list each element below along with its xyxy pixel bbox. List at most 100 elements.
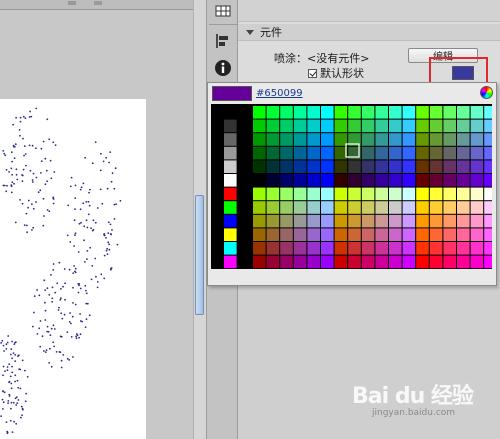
swatch-cell[interactable] <box>348 255 361 269</box>
swatch-cell[interactable] <box>429 119 443 133</box>
swatch-cell[interactable] <box>470 160 484 173</box>
swatch-cell[interactable] <box>361 214 375 228</box>
swatch-cell[interactable] <box>416 201 429 214</box>
default-shape-row[interactable]: 默认形状 <box>308 65 364 81</box>
swatch-cell[interactable] <box>253 119 266 133</box>
swatch-cell[interactable] <box>402 242 416 255</box>
swatch-cell[interactable] <box>293 201 307 214</box>
swatch-cell[interactable] <box>266 119 280 133</box>
swatch-cell[interactable] <box>321 119 334 133</box>
swatch-cell[interactable] <box>484 242 492 255</box>
swatch-cell[interactable] <box>253 214 266 228</box>
swatch-cell[interactable] <box>443 160 456 173</box>
swatch-cell[interactable] <box>280 106 293 119</box>
swatch-cell[interactable] <box>443 255 456 269</box>
swatch-cell[interactable] <box>334 106 348 119</box>
swatch-cell[interactable] <box>348 228 361 241</box>
swatch-cell[interactable] <box>470 214 484 228</box>
swatch-cell[interactable] <box>266 242 280 255</box>
swatch-cell[interactable] <box>375 119 388 133</box>
swatch-cell[interactable] <box>457 201 470 214</box>
scrollbar-thumb[interactable] <box>195 195 204 315</box>
swatch-cell[interactable] <box>307 214 320 228</box>
swatch-cell[interactable] <box>253 228 266 241</box>
swatch-cell[interactable] <box>280 133 293 146</box>
swatch-cell[interactable] <box>321 187 334 201</box>
swatch-cell[interactable] <box>334 242 348 255</box>
swatch-cell[interactable] <box>321 242 334 255</box>
swatch-cell[interactable] <box>470 242 484 255</box>
swatch-cell[interactable] <box>334 119 348 133</box>
align-panel-icon[interactable] <box>212 30 234 52</box>
swatch-cell[interactable] <box>321 214 334 228</box>
swatch-cell[interactable] <box>266 146 280 160</box>
swatch-cell[interactable] <box>375 174 388 187</box>
swatch-cell[interactable] <box>293 119 307 133</box>
swatch-cell[interactable] <box>389 160 402 173</box>
swatch-cell[interactable] <box>253 255 266 269</box>
swatch-cell[interactable] <box>443 187 456 201</box>
swatch-cell[interactable] <box>280 187 293 201</box>
swatch-cell[interactable] <box>402 228 416 241</box>
swatch-cell[interactable] <box>375 106 388 119</box>
swatch-cell[interactable] <box>457 242 470 255</box>
swatch-cell[interactable] <box>375 214 388 228</box>
swatch-cell[interactable] <box>429 228 443 241</box>
swatch-cell[interactable] <box>280 146 293 160</box>
swatch-cell[interactable] <box>484 174 492 187</box>
swatch-cell[interactable] <box>429 242 443 255</box>
swatch-cell[interactable] <box>361 160 375 173</box>
swatch-cell[interactable] <box>457 174 470 187</box>
swatch-cell[interactable] <box>361 228 375 241</box>
swatch-cell[interactable] <box>266 174 280 187</box>
default-shape-checkbox[interactable] <box>308 69 317 78</box>
swatch-cell[interactable] <box>334 214 348 228</box>
swatch-cell[interactable] <box>361 242 375 255</box>
swatch-cell[interactable] <box>429 255 443 269</box>
swatch-cell[interactable] <box>429 160 443 173</box>
swatch-cell[interactable] <box>334 146 348 160</box>
swatch-cell[interactable] <box>280 201 293 214</box>
swatch-cell[interactable] <box>293 228 307 241</box>
swatch-cell[interactable] <box>402 214 416 228</box>
swatch-cell[interactable] <box>484 201 492 214</box>
swatch-cell[interactable] <box>224 119 237 133</box>
swatch-cell[interactable] <box>361 174 375 187</box>
swatch-cell[interactable] <box>293 106 307 119</box>
swatch-cell[interactable] <box>457 214 470 228</box>
swatch-cell[interactable] <box>224 228 237 241</box>
swatch-cell[interactable] <box>348 242 361 255</box>
swatch-cell[interactable] <box>348 187 361 201</box>
swatch-cell[interactable] <box>429 174 443 187</box>
swatch-cell[interactable] <box>402 106 416 119</box>
swatch-cell[interactable] <box>484 228 492 241</box>
swatch-cell[interactable] <box>457 255 470 269</box>
swatch-cell[interactable] <box>253 201 266 214</box>
swatch-cell[interactable] <box>321 255 334 269</box>
swatch-cell[interactable] <box>307 106 320 119</box>
swatch-cell[interactable] <box>307 228 320 241</box>
swatch-cell[interactable] <box>280 228 293 241</box>
swatch-cell[interactable] <box>375 146 388 160</box>
swatch-cell[interactable] <box>470 146 484 160</box>
swatch-cell[interactable] <box>457 228 470 241</box>
swatch-cell[interactable] <box>457 133 470 146</box>
swatch-cell[interactable] <box>429 106 443 119</box>
swatch-cell[interactable] <box>253 174 266 187</box>
swatch-cell[interactable] <box>253 106 266 119</box>
swatch-cell[interactable] <box>266 228 280 241</box>
swatch-cell[interactable] <box>224 174 237 187</box>
swatch-cell[interactable] <box>416 228 429 241</box>
swatch-cell[interactable] <box>402 146 416 160</box>
swatch-cell[interactable] <box>293 242 307 255</box>
swatch-cell[interactable] <box>402 160 416 173</box>
swatch-cell[interactable] <box>348 201 361 214</box>
swatch-cell[interactable] <box>375 187 388 201</box>
swatch-cell[interactable] <box>389 255 402 269</box>
swatch-cell[interactable] <box>402 133 416 146</box>
swatch-cell[interactable] <box>429 201 443 214</box>
swatch-cell[interactable] <box>321 201 334 214</box>
swatch-cell[interactable] <box>375 255 388 269</box>
swatch-cell[interactable] <box>375 242 388 255</box>
swatch-cell[interactable] <box>253 160 266 173</box>
